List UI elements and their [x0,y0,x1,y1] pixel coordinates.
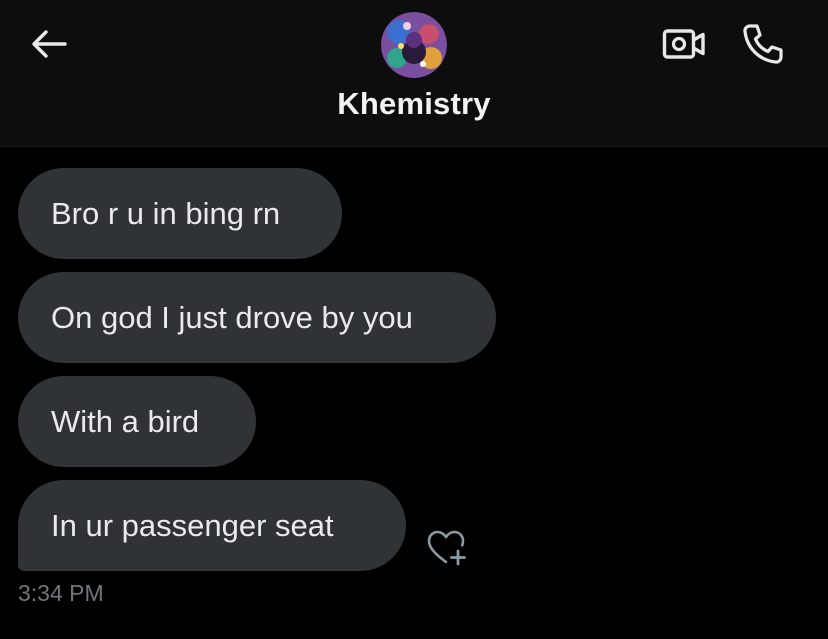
heart-plus-icon [427,530,466,566]
message-bubble[interactable]: Bro r u in bing rn [18,168,342,259]
arrow-left-icon [32,30,67,58]
avatar-image [381,12,447,78]
message-text: Bro r u in bing rn [51,195,281,231]
phone-icon [743,24,783,64]
message-bubble[interactable]: In ur passenger seat [18,480,406,571]
conversation-header: Khemistry [0,0,828,147]
message-bubble[interactable]: On god I just drove by you [18,272,496,363]
message-bubble[interactable]: With a bird [18,376,256,467]
back-button[interactable] [26,24,72,64]
avatar[interactable] [381,12,447,78]
message-text: In ur passenger seat [51,507,334,543]
voice-call-button[interactable] [738,20,788,68]
message-text: With a bird [51,403,200,439]
video-call-button[interactable] [660,24,708,64]
video-camera-icon [662,29,705,59]
add-reaction-button[interactable] [424,527,470,569]
contact-name[interactable]: Khemistry [0,86,828,122]
message-text: On god I just drove by you [51,299,413,335]
message-timestamp: 3:34 PM [18,580,104,606]
